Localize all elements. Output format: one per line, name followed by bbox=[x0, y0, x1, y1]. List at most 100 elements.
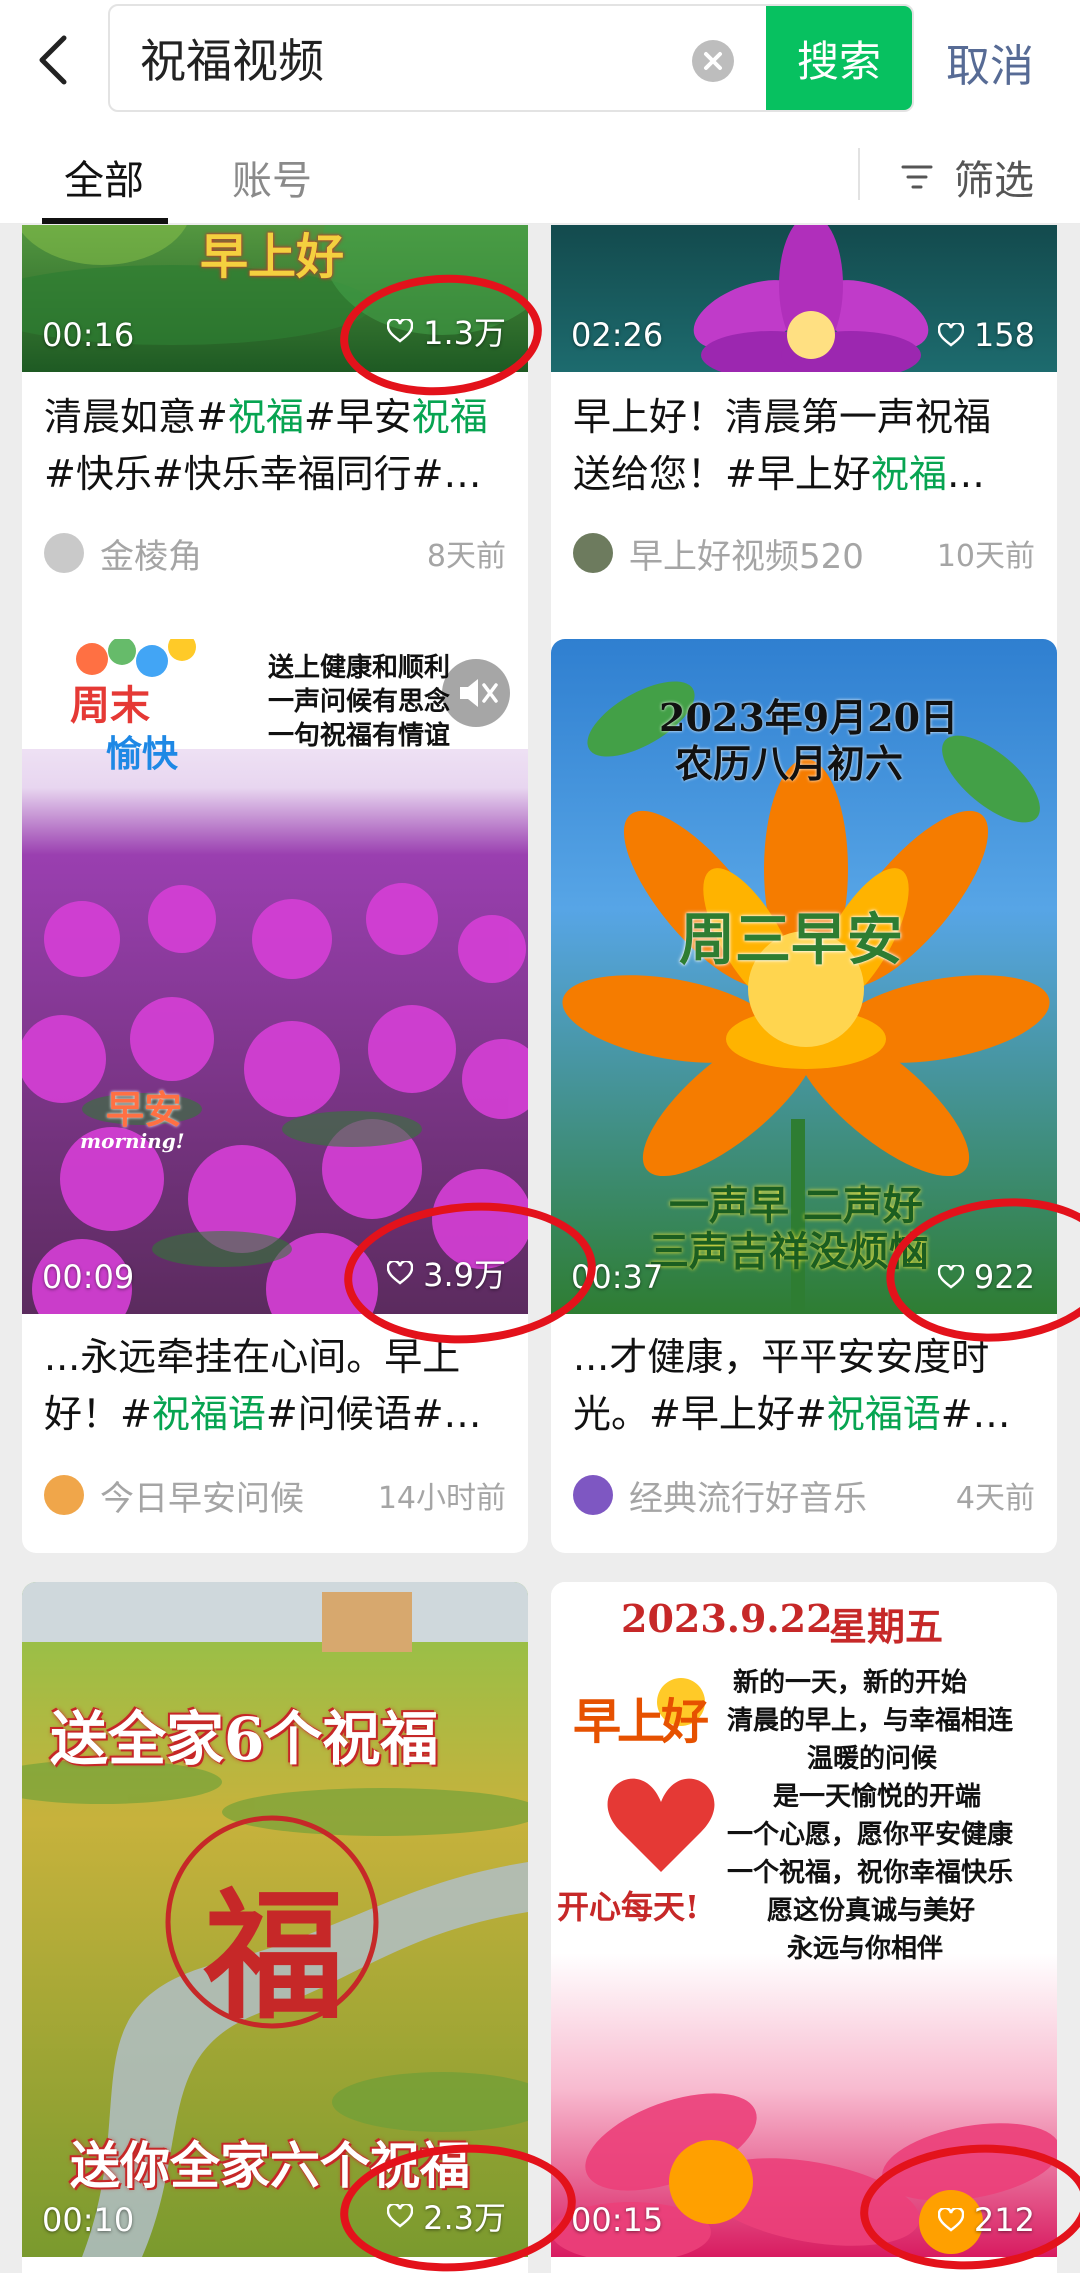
video-caption[interactable]: 清晨如意#祝福#早安祝福 #快乐#快乐幸福同行#… bbox=[44, 389, 508, 503]
like-count-value: 158 bbox=[973, 316, 1035, 354]
avatar[interactable] bbox=[573, 1475, 613, 1515]
video-duration: 00:16 bbox=[42, 316, 135, 354]
video-meta: 经典流行好音乐 4天前 bbox=[573, 1471, 1035, 1519]
search-header: 搜索 取消 bbox=[0, 0, 1080, 122]
close-icon bbox=[704, 52, 722, 70]
post-time: 10天前 bbox=[936, 539, 1035, 574]
mute-button[interactable] bbox=[442, 659, 510, 727]
video-thumbnail[interactable]: 周末 愉快 送上健康和顺利 一声问候有思念 一句祝福有情谊 早安 morning… bbox=[22, 639, 528, 1314]
video-thumbnail[interactable]: 送全家6个祝福 福 送你全家六个祝福 00:10 2.3万 bbox=[22, 1582, 528, 2257]
heart-icon bbox=[387, 1261, 414, 1285]
overlay-center-character: 福 bbox=[204, 1875, 345, 2039]
search-button[interactable]: 搜索 bbox=[766, 6, 912, 110]
heart-icon bbox=[387, 2204, 414, 2228]
video-caption[interactable]: ...永远牵挂在心间。早上 好！#祝福语#问候语#… bbox=[44, 1329, 508, 1443]
filter-icon bbox=[901, 165, 933, 189]
result-tabs: 全部 账号 筛选 bbox=[0, 122, 1080, 224]
tab-all[interactable]: 全部 bbox=[64, 148, 144, 206]
avatar[interactable] bbox=[44, 533, 84, 573]
video-card[interactable]: 2023年9月20日 农历八月初六 周三早安 一声早 二声好 三声吉祥没烦恼 0… bbox=[551, 639, 1057, 1553]
like-count: 3.9万 bbox=[387, 1250, 506, 1296]
video-duration: 00:15 bbox=[571, 2201, 664, 2239]
video-meta: 今日早安问候 14小时前 bbox=[44, 1471, 506, 1519]
overlay-poem-line: 清晨的早上，与幸福相连 bbox=[727, 1706, 1014, 1736]
video-caption[interactable]: ...才健康，平平安安度时 光。#早上好#祝福语#… bbox=[573, 1329, 1037, 1443]
author-name[interactable]: 金棱角 bbox=[100, 529, 427, 578]
video-duration: 02:26 bbox=[571, 316, 664, 354]
filter-label: 筛选 bbox=[954, 158, 1034, 204]
overlay-poem-line: 愿这份真诚与美好 bbox=[767, 1896, 976, 1926]
like-count-value: 3.9万 bbox=[423, 1256, 506, 1294]
video-thumbnail[interactable]: 2023年9月20日 农历八月初六 周三早安 一声早 二声好 三声吉祥没烦恼 0… bbox=[551, 639, 1057, 1314]
video-card[interactable]: 2023.9.22 星期五 早上好 开心每天! 新的一天，新的开始 清晨的早上，… bbox=[551, 1582, 1057, 2273]
video-card[interactable]: 送全家6个祝福 福 送你全家六个祝福 00:10 2.3万 bbox=[22, 1582, 528, 2273]
avatar[interactable] bbox=[44, 1475, 84, 1515]
video-meta: 早上好视频520 10天前 bbox=[573, 529, 1035, 577]
overlay-date: 2023.9.22 bbox=[621, 1596, 833, 1641]
heart-icon bbox=[387, 319, 414, 343]
overlay-poem-line: 是一天愉悦的开端 bbox=[773, 1782, 982, 1812]
overlay-stamp: 早安 bbox=[106, 1087, 183, 1132]
overlay-tag: 周末 bbox=[70, 682, 150, 729]
overlay-greeting: 早上好 bbox=[573, 1694, 709, 1750]
video-meta: 金棱角 8天前 bbox=[44, 529, 506, 577]
post-time: 4天前 bbox=[955, 1481, 1035, 1516]
overlay-poem-line: 温暖的问候 bbox=[807, 1744, 938, 1774]
like-count-value: 1.3万 bbox=[423, 314, 506, 352]
like-count: 2.3万 bbox=[387, 2193, 506, 2239]
overlay-tag: 愉快 bbox=[106, 733, 179, 775]
overlay-poem-line: 送上健康和顺利 bbox=[268, 653, 451, 683]
video-thumbnail[interactable]: 2023.9.22 星期五 早上好 开心每天! 新的一天，新的开始 清晨的早上，… bbox=[551, 1582, 1057, 2257]
overlay-text: 早上好 bbox=[200, 229, 345, 285]
video-duration: 00:09 bbox=[42, 1258, 135, 1296]
overlay-poem-line: 永远与你相伴 bbox=[787, 1934, 944, 1964]
author-name[interactable]: 早上好视频520 bbox=[629, 529, 937, 578]
video-card[interactable]: 周末 愉快 送上健康和顺利 一声问候有思念 一句祝福有情谊 早安 morning… bbox=[22, 639, 528, 1553]
overlay-stamp-sub: morning! bbox=[80, 1129, 185, 1153]
heart-icon bbox=[937, 323, 964, 347]
search-input[interactable] bbox=[140, 6, 680, 110]
post-time: 8天前 bbox=[426, 539, 506, 574]
heart-icon bbox=[937, 2208, 964, 2232]
cancel-button[interactable]: 取消 bbox=[946, 30, 1034, 94]
heart-icon bbox=[937, 1265, 964, 1289]
video-feed: 早上好 00:16 1.3万 清晨如意#祝福#早安祝福 #快乐#快乐幸福同行#…… bbox=[0, 225, 1080, 2273]
overlay-title: 周三早安 bbox=[679, 907, 903, 973]
overlay-poem-line: 新的一天，新的开始 bbox=[733, 1668, 968, 1698]
back-button[interactable] bbox=[30, 28, 80, 92]
overlay-subtitle: 送你全家六个祝福 bbox=[70, 2136, 470, 2195]
video-duration: 00:37 bbox=[571, 1258, 664, 1296]
video-thumbnail[interactable]: 02:26 158 bbox=[551, 225, 1057, 372]
clear-search-button[interactable] bbox=[692, 40, 734, 82]
tab-accounts[interactable]: 账号 bbox=[232, 148, 312, 206]
author-name[interactable]: 今日早安问候 bbox=[100, 1471, 378, 1520]
speaker-mute-icon bbox=[460, 679, 498, 707]
overlay-lunar: 农历八月初六 bbox=[675, 741, 904, 786]
overlay-title: 送全家6个祝福 bbox=[50, 1705, 439, 1773]
overlay-poem-line: 一个心愿，愿你平安健康 bbox=[727, 1820, 1014, 1850]
filter-button[interactable]: 筛选 bbox=[900, 148, 1034, 206]
avatar[interactable] bbox=[573, 533, 613, 573]
author-name[interactable]: 经典流行好音乐 bbox=[629, 1471, 956, 1520]
search-box: 搜索 bbox=[108, 4, 914, 112]
like-count-value: 212 bbox=[973, 2201, 1035, 2239]
overlay-poem-line: 一声问候有思念 bbox=[268, 687, 451, 717]
like-count: 922 bbox=[937, 1258, 1035, 1296]
overlay-daily: 开心每天! bbox=[557, 1888, 700, 1926]
overlay-weekday: 星期五 bbox=[829, 1604, 944, 1649]
video-caption[interactable]: 早上好！清晨第一声祝福 送给您！#早上好祝福… bbox=[573, 389, 1037, 503]
overlay-poem-line: 一句祝福有情谊 bbox=[268, 721, 451, 751]
overlay-line: 三声吉祥没烦恼 bbox=[649, 1228, 929, 1275]
overlay-poem-line: 一个祝福，祝你幸福快乐 bbox=[727, 1858, 1014, 1888]
like-count: 212 bbox=[937, 2201, 1035, 2239]
video-thumbnail[interactable]: 早上好 00:16 1.3万 bbox=[22, 225, 528, 372]
like-count: 158 bbox=[937, 316, 1035, 354]
post-time: 14小时前 bbox=[377, 1481, 506, 1516]
like-count-value: 922 bbox=[973, 1258, 1035, 1296]
like-count: 1.3万 bbox=[387, 308, 506, 354]
chevron-left-icon bbox=[39, 35, 67, 85]
active-tab-indicator bbox=[42, 218, 168, 224]
video-duration: 00:10 bbox=[42, 2201, 135, 2239]
like-count-value: 2.3万 bbox=[423, 2199, 506, 2237]
divider bbox=[858, 148, 860, 200]
